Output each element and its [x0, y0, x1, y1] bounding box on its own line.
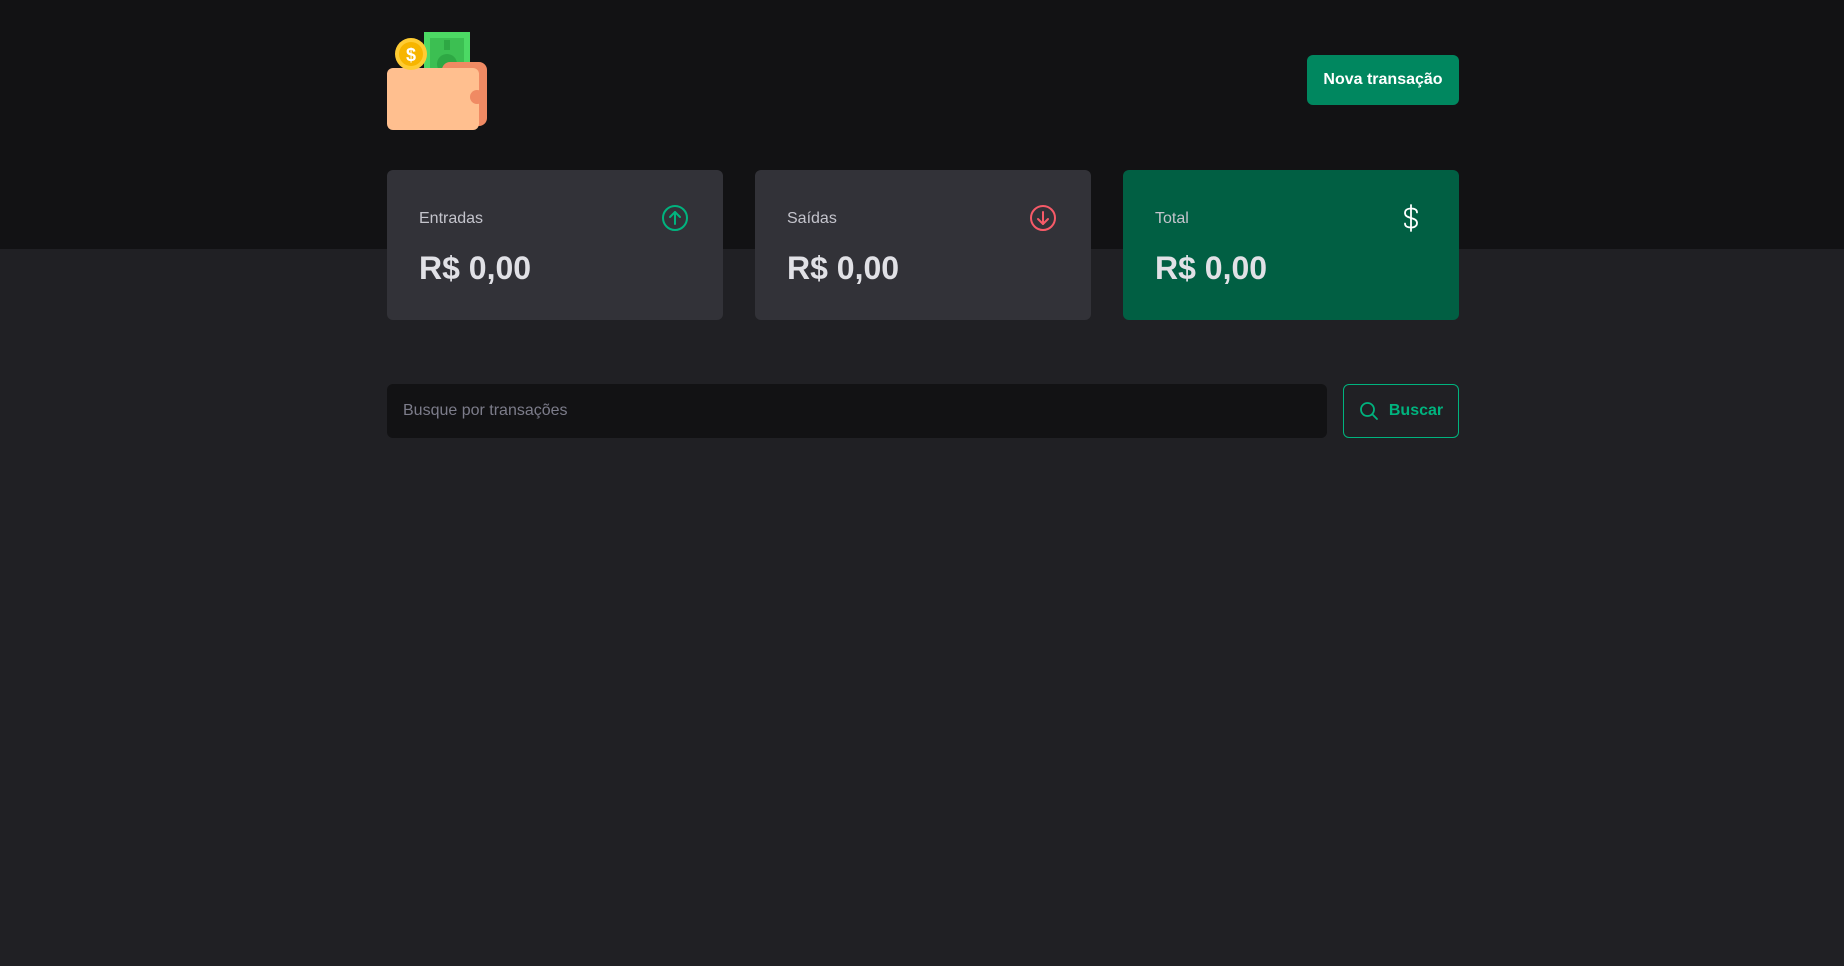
search-icon — [1359, 402, 1378, 420]
wallet-money-icon: $ — [387, 32, 487, 130]
currency-dollar-icon — [1404, 204, 1418, 232]
income-label: Entradas — [419, 210, 484, 227]
search-button[interactable]: Buscar — [1343, 384, 1459, 438]
outcome-label: Saídas — [787, 210, 837, 227]
arrow-circle-up-icon — [662, 205, 688, 231]
new-transaction-button[interactable]: Nova transação — [1307, 55, 1459, 105]
total-label: Total — [1155, 210, 1189, 227]
summary-cards: Entradas R$ 0,00 Saídas R$ 0,00 Total R$… — [387, 170, 1459, 320]
search-input[interactable] — [387, 384, 1327, 438]
income-value: R$ 0,00 — [419, 250, 532, 286]
app-container: $ Nova transação Entradas R$ 0,00 Saídas… — [387, 0, 1459, 966]
outcome-value: R$ 0,00 — [787, 250, 900, 286]
arrow-circle-down-icon — [1030, 205, 1056, 231]
outcome-card: Saídas R$ 0,00 — [755, 170, 1091, 320]
svg-text:$: $ — [406, 45, 416, 65]
total-value: R$ 0,00 — [1155, 250, 1268, 286]
total-card: Total R$ 0,00 — [1123, 170, 1459, 320]
search-form: Buscar — [387, 384, 1459, 438]
income-card: Entradas R$ 0,00 — [387, 170, 723, 320]
search-button-label: Buscar — [1388, 402, 1444, 419]
